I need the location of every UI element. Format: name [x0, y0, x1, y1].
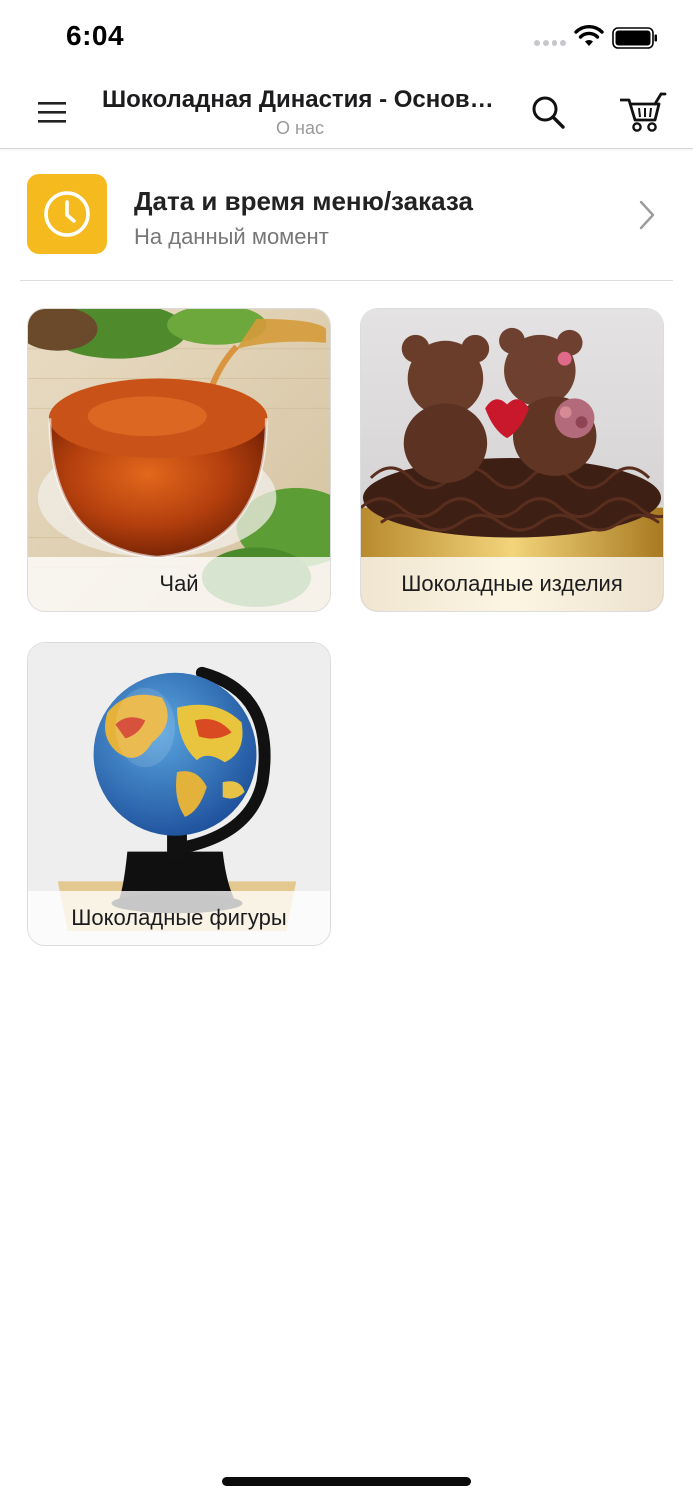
cart-icon — [620, 92, 667, 132]
battery-icon — [612, 27, 657, 49]
order-datetime-row[interactable]: Дата и время меню/заказа На данный момен… — [20, 150, 673, 281]
cart-button[interactable] — [612, 88, 668, 136]
page-title: Шоколадная Династия - Основ… — [102, 86, 494, 113]
status-time: 6:04 — [66, 20, 125, 51]
chevron-right-icon — [639, 200, 655, 230]
hamburger-icon — [38, 102, 66, 123]
category-label: Шоколадные фигуры — [28, 891, 330, 945]
home-indicator[interactable] — [222, 1477, 471, 1486]
cellular-signal-icon — [534, 40, 566, 48]
search-icon — [532, 96, 565, 129]
category-label: Чай — [28, 557, 330, 611]
clock-icon — [44, 191, 90, 237]
category-tile-chocolate-figures[interactable]: Шоколадные фигуры — [27, 642, 331, 946]
menu-button[interactable] — [30, 92, 74, 132]
page-subtitle[interactable]: О нас — [102, 118, 498, 139]
category-tile-tea[interactable]: Чай — [27, 308, 331, 612]
order-datetime-icon-box — [27, 174, 107, 254]
category-tile-chocolate-products[interactable]: Шоколадные изделия — [360, 308, 664, 612]
wifi-icon — [574, 25, 604, 46]
order-datetime-value: На данный момент — [134, 224, 329, 249]
category-label: Шоколадные изделия — [361, 557, 663, 611]
order-datetime-title: Дата и время меню/заказа — [134, 186, 473, 216]
search-button[interactable] — [526, 90, 570, 134]
status-bar: 6:04 — [0, 0, 693, 76]
nav-bar: Шоколадная Династия - Основ… О нас — [0, 76, 693, 149]
